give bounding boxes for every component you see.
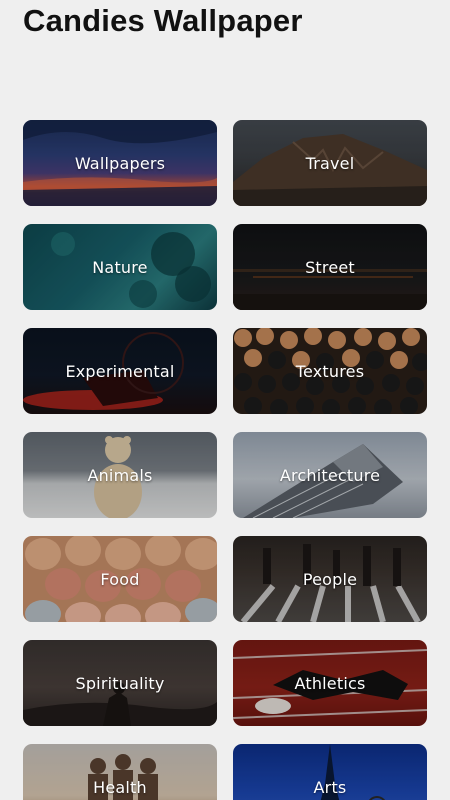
category-card-experimental[interactable]: Experimental: [23, 328, 217, 414]
category-label: Experimental: [65, 361, 175, 381]
category-label: Wallpapers: [74, 153, 166, 173]
category-card-animals[interactable]: Animals: [23, 432, 217, 518]
category-label: Textures: [295, 361, 365, 381]
category-card-textures[interactable]: Textures: [233, 328, 427, 414]
category-card-arts[interactable]: Arts: [233, 744, 427, 800]
category-label: Architecture: [279, 465, 381, 485]
category-card-architecture[interactable]: Architecture: [233, 432, 427, 518]
category-card-spirituality[interactable]: Spirituality: [23, 640, 217, 726]
category-grid: Wallpapers Travel Nature Street Experime…: [23, 120, 427, 800]
page-title: Candies Wallpaper: [23, 3, 303, 38]
category-label: Health: [93, 777, 147, 797]
category-label: Travel: [305, 153, 355, 173]
category-card-health[interactable]: Health: [23, 744, 217, 800]
app-screen: Candies Wallpaper Wallpapers Travel Natu…: [0, 0, 450, 800]
category-label: Arts: [313, 777, 347, 797]
category-label: People: [302, 569, 358, 589]
category-card-athletics[interactable]: Athletics: [233, 640, 427, 726]
category-label: Athletics: [294, 673, 366, 693]
category-label: Nature: [92, 257, 148, 277]
category-card-travel[interactable]: Travel: [233, 120, 427, 206]
category-label: Food: [100, 569, 140, 589]
category-card-nature[interactable]: Nature: [23, 224, 217, 310]
category-label: Spirituality: [75, 673, 165, 693]
category-card-street[interactable]: Street: [233, 224, 427, 310]
category-label: Street: [305, 257, 355, 277]
category-card-wallpapers[interactable]: Wallpapers: [23, 120, 217, 206]
category-card-food[interactable]: Food: [23, 536, 217, 622]
category-card-people[interactable]: People: [233, 536, 427, 622]
category-label: Animals: [87, 465, 153, 485]
